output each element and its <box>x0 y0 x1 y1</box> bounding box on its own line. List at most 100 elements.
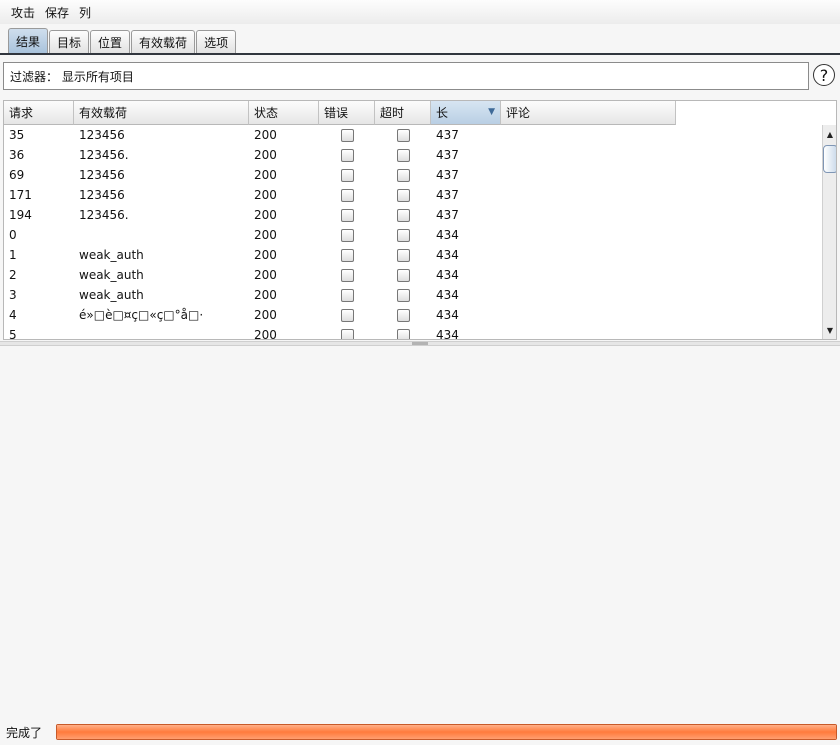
filter-bar[interactable]: 过滤器： 显示所有项目 <box>3 62 809 90</box>
progress-bar <box>56 724 837 740</box>
cell-payload: 123456 <box>79 168 125 182</box>
timeout-checkbox[interactable] <box>396 208 410 222</box>
cell-timeout <box>375 245 431 265</box>
cell-timeout <box>375 145 431 165</box>
table-row[interactable]: 194 123456. 200 437 <box>4 205 824 225</box>
timeout-checkbox[interactable] <box>396 148 410 162</box>
error-checkbox[interactable] <box>340 268 354 282</box>
timeout-checkbox[interactable] <box>396 288 410 302</box>
tab-positions[interactable]: 位置 <box>90 30 131 53</box>
scroll-down-icon[interactable]: ▼ <box>823 323 836 337</box>
cell-request: 3 <box>9 288 17 302</box>
cell-request: 5 <box>9 328 17 340</box>
error-checkbox[interactable] <box>340 208 354 222</box>
cell-payload: 123456 <box>79 188 125 202</box>
scrollbar-thumb[interactable] <box>823 145 836 173</box>
header-status[interactable]: 状态 <box>249 101 319 125</box>
error-checkbox[interactable] <box>340 248 354 262</box>
tab-bar: 结果 目标 位置 有效载荷 选项 <box>8 28 237 53</box>
cell-timeout <box>375 125 431 145</box>
cell-payload: weak_auth <box>79 248 144 262</box>
timeout-checkbox[interactable] <box>396 128 410 142</box>
cell-request: 35 <box>9 128 25 142</box>
timeout-checkbox[interactable] <box>396 248 410 262</box>
cell-payload <box>74 225 249 245</box>
cell-error <box>319 185 375 205</box>
cell-timeout <box>375 265 431 285</box>
progress-fill <box>57 725 836 739</box>
cell-error <box>319 125 375 145</box>
header-length[interactable]: 长 ▼ <box>431 101 501 125</box>
menu-save[interactable]: 保存 <box>45 4 69 21</box>
cell-length: 437 <box>436 188 459 202</box>
cell-payload: weak_auth <box>79 288 144 302</box>
cell-timeout <box>375 325 431 339</box>
cell-status: 200 <box>254 248 277 262</box>
header-error[interactable]: 错误 <box>319 101 375 125</box>
error-checkbox[interactable] <box>340 188 354 202</box>
header-timeout[interactable]: 超时 <box>375 101 431 125</box>
header-request[interactable]: 请求 <box>4 101 74 125</box>
cell-length: 437 <box>436 128 459 142</box>
cell-request: 4 <box>9 308 17 322</box>
menu-columns[interactable]: 列 <box>79 4 91 21</box>
cell-length: 434 <box>436 228 459 242</box>
pane-splitter[interactable] <box>0 341 840 346</box>
error-checkbox[interactable] <box>340 288 354 302</box>
cell-timeout <box>375 165 431 185</box>
cell-request: 36 <box>9 148 25 162</box>
tab-payloads[interactable]: 有效载荷 <box>131 30 196 53</box>
error-checkbox[interactable] <box>340 148 354 162</box>
error-checkbox[interactable] <box>340 328 354 339</box>
table-row[interactable]: 3 weak_auth 200 434 <box>4 285 824 305</box>
tab-results[interactable]: 结果 <box>8 28 49 53</box>
scroll-up-icon[interactable]: ▲ <box>823 127 836 141</box>
cell-timeout <box>375 185 431 205</box>
cell-error <box>319 265 375 285</box>
cell-error <box>319 205 375 225</box>
table-row[interactable]: 2 weak_auth 200 434 <box>4 265 824 285</box>
cell-error <box>319 225 375 245</box>
cell-length: 437 <box>436 148 459 162</box>
table-row[interactable]: 69 123456 200 437 <box>4 165 824 185</box>
header-comment[interactable]: 评论 <box>501 101 676 125</box>
cell-request: 194 <box>9 208 32 222</box>
cell-status: 200 <box>254 308 277 322</box>
timeout-checkbox[interactable] <box>396 188 410 202</box>
cell-status: 200 <box>254 128 277 142</box>
timeout-checkbox[interactable] <box>396 168 410 182</box>
error-checkbox[interactable] <box>340 128 354 142</box>
cell-timeout <box>375 225 431 245</box>
cell-payload <box>74 325 249 339</box>
filter-label: 过滤器： 显示所有项目 <box>10 69 134 84</box>
cell-request: 2 <box>9 268 17 282</box>
table-row[interactable]: 0 200 434 <box>4 225 824 245</box>
timeout-checkbox[interactable] <box>396 268 410 282</box>
cell-status: 200 <box>254 188 277 202</box>
table-row[interactable]: 1 weak_auth 200 434 <box>4 245 824 265</box>
error-checkbox[interactable] <box>340 168 354 182</box>
table-row[interactable]: 171 123456 200 437 <box>4 185 824 205</box>
menu-attack[interactable]: 攻击 <box>11 4 35 21</box>
table-row[interactable]: 4 é»□è□¤ç□«ç□°å□· 200 434 <box>4 305 824 325</box>
splitter-grip-icon[interactable] <box>412 342 428 345</box>
table-row[interactable]: 35 123456 200 437 <box>4 125 824 145</box>
cell-status: 200 <box>254 168 277 182</box>
table-row[interactable]: 5 200 434 <box>4 325 824 340</box>
table-body: 35 123456 200 437 36 123456. 200 437 69 123456 200… <box>4 125 824 340</box>
vertical-scrollbar[interactable]: ▲ ▼ <box>822 125 836 339</box>
status-text: 完成了 <box>6 726 43 740</box>
cell-error <box>319 145 375 165</box>
cell-timeout <box>375 285 431 305</box>
tab-options[interactable]: 选项 <box>196 30 237 53</box>
timeout-checkbox[interactable] <box>396 308 410 322</box>
cell-status: 200 <box>254 268 277 282</box>
error-checkbox[interactable] <box>340 228 354 242</box>
table-row[interactable]: 36 123456. 200 437 <box>4 145 824 165</box>
tab-target[interactable]: 目标 <box>49 30 90 53</box>
timeout-checkbox[interactable] <box>396 228 410 242</box>
help-icon[interactable]: ? <box>813 64 835 86</box>
error-checkbox[interactable] <box>340 308 354 322</box>
timeout-checkbox[interactable] <box>396 328 410 339</box>
header-payload[interactable]: 有效载荷 <box>74 101 249 125</box>
